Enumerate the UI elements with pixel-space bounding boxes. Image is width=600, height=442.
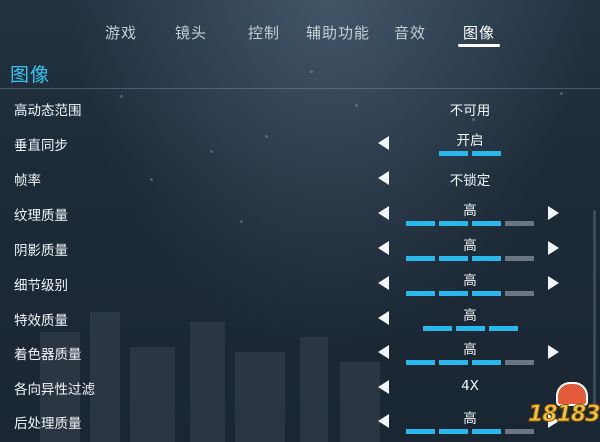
decrease-arrow-icon[interactable] (378, 311, 389, 325)
level-segment-texture-quality (439, 221, 468, 226)
level-segment-shadow-quality (472, 256, 501, 261)
setting-value-hdr: 不可用 (449, 103, 491, 119)
tab-graphics[interactable]: 图像 (463, 22, 495, 43)
tab-controls[interactable]: 控制 (248, 22, 280, 43)
level-segment-effects-quality (455, 326, 485, 331)
decrease-arrow-icon[interactable] (378, 206, 389, 220)
level-segment-shader-quality (439, 360, 468, 365)
level-segment-detail-level (472, 291, 501, 296)
setting-value-detail-level: 高 (463, 273, 477, 289)
decrease-arrow-icon[interactable] (378, 171, 389, 185)
setting-label-texture-quality: 纹理质量 (14, 208, 68, 224)
level-segment-shader-quality (505, 360, 534, 365)
level-segment-texture-quality (505, 221, 534, 226)
tab-accessibility[interactable]: 辅助功能 (306, 22, 370, 43)
setting-value-vsync: 开启 (456, 133, 484, 149)
setting-label-vsync: 垂直同步 (14, 138, 68, 154)
setting-value-effects-quality: 高 (463, 308, 477, 324)
watermark-logo: 18183 (512, 378, 600, 434)
decrease-arrow-icon[interactable] (378, 241, 389, 255)
tab-audio[interactable]: 音效 (394, 22, 426, 43)
level-segment-shader-quality (406, 360, 435, 365)
tab-camera[interactable]: 镜头 (175, 22, 207, 43)
level-segment-detail-level (505, 291, 534, 296)
level-segment-vsync (439, 151, 468, 156)
setting-label-shadow-quality: 阴影质量 (14, 243, 68, 259)
level-segment-effects-quality (488, 326, 518, 331)
setting-label-shader-quality: 着色器质量 (14, 347, 82, 363)
active-tab-indicator (458, 44, 500, 47)
section-title: 图像 (10, 64, 51, 86)
setting-value-shader-quality: 高 (463, 342, 477, 358)
watermark-text: 18183 (528, 402, 600, 428)
section-divider (0, 88, 600, 89)
level-segment-post-processing-quality (439, 429, 468, 434)
decrease-arrow-icon[interactable] (378, 136, 389, 150)
setting-value-post-processing-quality: 高 (463, 411, 477, 427)
level-segment-detail-level (439, 291, 468, 296)
setting-label-hdr: 高动态范围 (14, 103, 82, 119)
level-segment-shadow-quality (439, 256, 468, 261)
setting-label-post-processing-quality: 后处理质量 (14, 416, 82, 432)
settings-tab-bar: 游戏 镜头 控制 辅助功能 音效 图像 (0, 0, 600, 58)
increase-arrow-icon[interactable] (548, 206, 559, 220)
setting-label-frame-rate: 帧率 (14, 173, 41, 189)
setting-value-anisotropic-filtering: 4X (461, 378, 479, 394)
level-segment-detail-level (406, 291, 435, 296)
setting-value-shadow-quality: 高 (463, 238, 477, 254)
level-segment-post-processing-quality (472, 429, 501, 434)
level-segment-shadow-quality (406, 256, 435, 261)
decrease-arrow-icon[interactable] (378, 380, 389, 394)
decrease-arrow-icon[interactable] (378, 414, 389, 428)
setting-label-effects-quality: 特效质量 (14, 313, 68, 329)
level-segment-shader-quality (472, 360, 501, 365)
level-segment-vsync (472, 151, 501, 156)
level-segment-post-processing-quality (406, 429, 435, 434)
setting-label-detail-level: 细节级别 (14, 278, 68, 294)
decrease-arrow-icon[interactable] (378, 345, 389, 359)
tab-game[interactable]: 游戏 (105, 22, 137, 43)
level-segment-shadow-quality (505, 256, 534, 261)
decrease-arrow-icon[interactable] (378, 276, 389, 290)
increase-arrow-icon[interactable] (548, 276, 559, 290)
increase-arrow-icon[interactable] (548, 345, 559, 359)
city-skyline-background (40, 312, 380, 442)
setting-value-frame-rate: 不锁定 (449, 173, 491, 189)
increase-arrow-icon[interactable] (548, 241, 559, 255)
setting-label-anisotropic-filtering: 各向异性过滤 (14, 382, 95, 398)
level-segment-effects-quality (422, 326, 452, 331)
level-segment-texture-quality (472, 221, 501, 226)
level-segment-texture-quality (406, 221, 435, 226)
setting-value-texture-quality: 高 (463, 203, 477, 219)
